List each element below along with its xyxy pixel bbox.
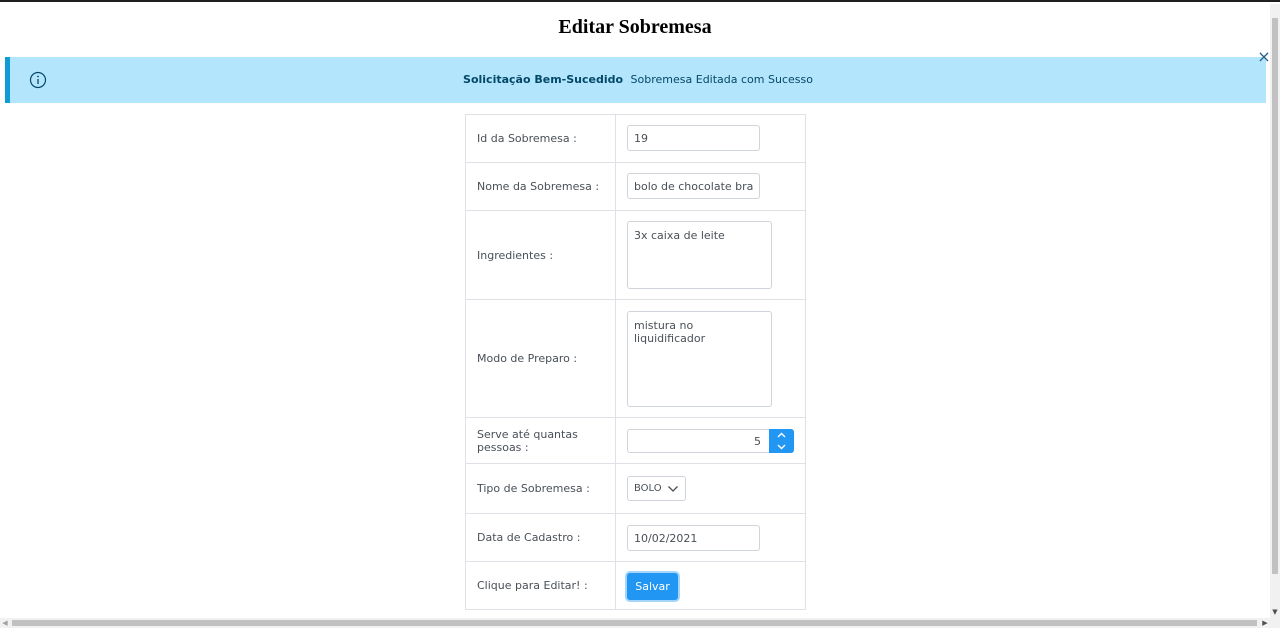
serve-label: Serve até quantas pessoas :: [466, 418, 616, 463]
id-input[interactable]: [627, 125, 760, 151]
nome-input[interactable]: [627, 173, 760, 199]
browser-viewport: Editar Sobremesa Solicitação Bem-Sucedid…: [0, 0, 1280, 628]
chevron-down-icon: [777, 444, 786, 450]
form-row-editar: Clique para Editar! : Salvar: [466, 562, 805, 609]
dessert-form: Id da Sobremesa : Nome da Sobremesa : In…: [465, 114, 806, 610]
form-row-serve: Serve até quantas pessoas :: [466, 418, 805, 464]
alert-detail: Sobremesa Editada com Sucesso: [630, 73, 813, 86]
id-label: Id da Sobremesa :: [466, 115, 616, 162]
vertical-scrollbar[interactable]: ▼: [1270, 4, 1280, 618]
form-row-data: Data de Cadastro :: [466, 514, 805, 562]
form-row-ingredientes: Ingredientes : 3x caixa de leite: [466, 211, 805, 300]
chevron-down-icon: [668, 486, 678, 492]
tipo-dropdown[interactable]: BOLO: [627, 476, 686, 501]
ingredientes-label: Ingredientes :: [466, 211, 616, 299]
pessoas-input[interactable]: [627, 429, 770, 453]
form-row-id: Id da Sobremesa :: [466, 115, 805, 163]
alert-summary: Solicitação Bem-Sucedido: [463, 73, 624, 86]
data-input[interactable]: [627, 525, 760, 551]
page-title: Editar Sobremesa: [558, 16, 712, 38]
horizontal-scrollbar[interactable]: ◀ ▶: [0, 618, 1280, 628]
nome-label: Nome da Sobremesa :: [466, 163, 616, 210]
spinner-buttons: [769, 429, 794, 453]
scroll-down-arrow-icon[interactable]: ▼: [1270, 607, 1280, 617]
decrement-button[interactable]: [769, 441, 794, 453]
save-button[interactable]: Salvar: [627, 573, 678, 600]
data-label: Data de Cadastro :: [466, 514, 616, 561]
form-row-modo: Modo de Preparo : mistura no liquidifica…: [466, 300, 805, 418]
tipo-label: Tipo de Sobremesa :: [466, 464, 616, 513]
form-row-tipo: Tipo de Sobremesa : BOLO: [466, 464, 805, 514]
horizontal-scroll-thumb[interactable]: [12, 620, 1257, 626]
scroll-right-arrow-icon[interactable]: ▶: [1260, 618, 1270, 628]
pessoas-spinner: [627, 429, 794, 453]
editar-label: Clique para Editar! :: [466, 562, 616, 609]
success-alert: Solicitação Bem-Sucedido Sobremesa Edita…: [5, 57, 1266, 103]
modo-textarea[interactable]: mistura no liquidificador: [627, 311, 772, 407]
ingredientes-textarea[interactable]: 3x caixa de leite: [627, 221, 772, 289]
vertical-scroll-thumb[interactable]: [1272, 18, 1278, 574]
chevron-up-icon: [777, 432, 786, 438]
increment-button[interactable]: [769, 429, 794, 441]
form-row-nome: Nome da Sobremesa :: [466, 163, 805, 211]
scroll-left-arrow-icon[interactable]: ◀: [0, 618, 10, 628]
tipo-selected-value: BOLO: [634, 483, 662, 494]
alert-message: Solicitação Bem-Sucedido Sobremesa Edita…: [10, 73, 1266, 86]
modo-label: Modo de Preparo :: [466, 300, 616, 417]
